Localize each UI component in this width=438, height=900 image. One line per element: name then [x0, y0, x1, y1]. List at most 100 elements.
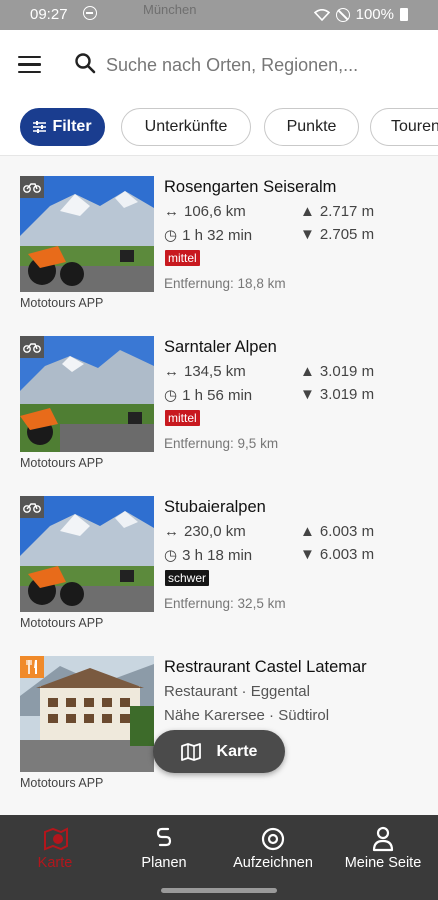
status-icons: 100% [313, 6, 408, 23]
status-bar: 09:27 München 100% [0, 0, 438, 30]
nav-label: Aufzeichnen [233, 855, 313, 871]
clock-icon: ◷ [164, 547, 178, 564]
tour-thumbnail [20, 176, 154, 292]
poi-thumbnail [20, 656, 154, 772]
map-button[interactable]: Karte [153, 730, 285, 773]
duration: ◷ 1 h 32 min [164, 226, 253, 245]
ascent-value: 3.019 m [319, 363, 375, 380]
duration-value: 1 h 32 min [182, 226, 253, 244]
difficulty-badge: mittel [165, 250, 200, 266]
clock-icon: ◷ [164, 227, 178, 244]
tour-title: Rosengarten Seiseralm [164, 178, 337, 196]
descent-icon: ▼ [300, 386, 315, 403]
map-pin-icon [44, 827, 68, 851]
ascent-icon: ▲ [300, 523, 315, 540]
ascent: ▲ 6.003 m [300, 523, 374, 540]
record-icon [261, 827, 285, 851]
list-item[interactable]: Mototours APP Restraurant Castel Latemar… [0, 637, 438, 797]
ascent: ▲ 2.717 m [300, 203, 374, 220]
map-city-label: München [143, 2, 197, 17]
chip-punkte[interactable]: Punkte [264, 108, 359, 146]
tour-thumbnail [20, 336, 154, 452]
tour-title: Stubaieralpen [164, 498, 266, 516]
difficulty-badge: mittel [165, 410, 200, 426]
descent: ▼ 6.003 m [300, 546, 374, 563]
distance-away: Entfernung: 18,8 km [164, 276, 286, 291]
nav-label: Karte [37, 855, 73, 871]
nav-label: Planen [141, 855, 187, 871]
no-signal-icon [335, 7, 350, 22]
descent-icon: ▼ [300, 226, 315, 243]
motorcycle-badge-icon [20, 496, 44, 518]
bottom-navigation: Karte Planen Aufzeichnen Meine Seite [0, 815, 438, 900]
list-item[interactable]: Mototours APP Stubaieralpen ↔ 230,0 km ◷… [0, 477, 438, 637]
filter-chip-bar: Filter Unterkünfte Punkte Touren [0, 100, 438, 156]
user-icon [372, 826, 394, 852]
difficulty-badge: schwer [165, 570, 210, 586]
filter-label: Filter [52, 118, 92, 135]
poi-category: Restaurant · Eggental [164, 683, 310, 700]
battery-icon [400, 8, 408, 21]
filter-button[interactable]: Filter [20, 108, 105, 146]
map-icon [180, 742, 201, 761]
source-label: Mototours APP [20, 296, 104, 310]
list-item[interactable]: Mototours APP Sarntaler Alpen ↔ 134,5 km… [0, 317, 438, 477]
wifi-icon [313, 8, 330, 21]
distance-value: 230,0 km [184, 523, 246, 540]
poi-title: Restraurant Castel Latemar [164, 658, 367, 676]
source-label: Mototours APP [20, 776, 104, 790]
duration: ◷ 1 h 56 min [164, 386, 253, 405]
chip-unterkuenfte[interactable]: Unterkünfte [121, 108, 251, 146]
home-indicator[interactable] [161, 888, 277, 893]
nav-aufzeichnen[interactable]: Aufzeichnen [218, 825, 328, 871]
distance-value: 134,5 km [184, 363, 246, 380]
distance-value: 106,6 km [184, 203, 246, 220]
route-icon [156, 827, 172, 847]
ascent-icon: ▲ [300, 203, 315, 220]
descent: ▼ 3.019 m [300, 386, 374, 403]
map-button-label: Karte [216, 742, 258, 760]
ascent: ▲ 3.019 m [300, 363, 374, 380]
source-label: Mototours APP [20, 456, 104, 470]
chip-touren[interactable]: Touren [370, 108, 438, 146]
poi-location: Nähe Karersee · Südtirol [164, 707, 330, 724]
distance-away: Entfernung: 9,5 km [164, 436, 279, 451]
do-not-disturb-icon [83, 6, 97, 20]
search-header [0, 30, 438, 100]
duration-value: 3 h 18 min [182, 546, 253, 564]
motorcycle-badge-icon [20, 176, 44, 198]
descent-icon: ▼ [300, 546, 315, 563]
ascent-value: 6.003 m [319, 523, 375, 540]
ascent-icon: ▲ [300, 363, 315, 380]
search-input[interactable] [106, 50, 416, 80]
nav-meine-seite[interactable]: Meine Seite [328, 825, 438, 871]
ascent-value: 2.717 m [319, 203, 375, 220]
distance-icon: ↔ [164, 523, 179, 540]
descent-value: 3.019 m [319, 386, 375, 403]
distance: ↔ 106,6 km [164, 203, 246, 220]
menu-icon[interactable] [18, 56, 41, 74]
distance-icon: ↔ [164, 363, 179, 380]
descent: ▼ 2.705 m [300, 226, 374, 243]
nav-planen[interactable]: Planen [109, 825, 219, 871]
descent-value: 2.705 m [319, 226, 375, 243]
motorcycle-badge-icon [20, 336, 44, 358]
duration-value: 1 h 56 min [182, 386, 253, 404]
nav-label: Meine Seite [344, 855, 422, 871]
restaurant-badge-icon [20, 656, 44, 678]
descent-value: 6.003 m [319, 546, 375, 563]
filter-icon [33, 121, 47, 133]
tour-title: Sarntaler Alpen [164, 338, 277, 356]
source-label: Mototours APP [20, 616, 104, 630]
tour-thumbnail [20, 496, 154, 612]
list-item[interactable]: Mototours APP Rosengarten Seiseralm ↔ 10… [0, 157, 438, 317]
distance: ↔ 134,5 km [164, 363, 246, 380]
distance-away: Entfernung: 32,5 km [164, 596, 286, 611]
distance: ↔ 230,0 km [164, 523, 246, 540]
distance-icon: ↔ [164, 203, 179, 220]
nav-karte[interactable]: Karte [0, 825, 110, 871]
battery-percent: 100% [355, 6, 394, 23]
clock-icon: ◷ [164, 387, 178, 404]
duration: ◷ 3 h 18 min [164, 546, 253, 565]
search-icon[interactable] [74, 52, 96, 74]
